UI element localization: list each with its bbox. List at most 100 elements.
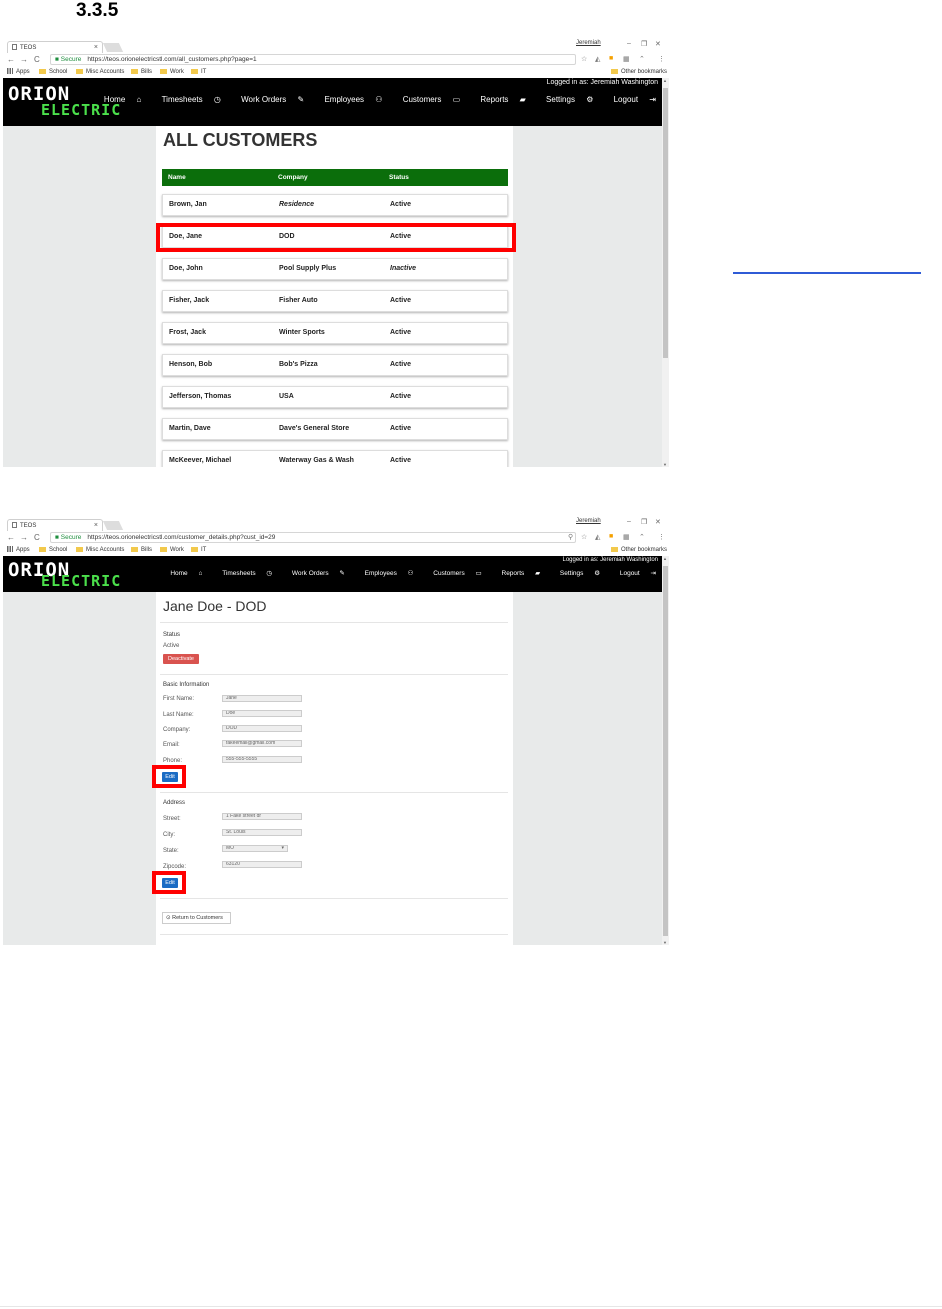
scroll-down-icon[interactable]: ▼ — [663, 462, 667, 467]
nav-work-orders[interactable]: Work Orders ✎ — [283, 570, 345, 577]
nav-logout[interactable]: Logout ⇥ — [611, 570, 656, 577]
menu-icon[interactable]: ⋮ — [658, 533, 665, 541]
browser-tab[interactable]: TEOS × — [7, 41, 103, 53]
scroll-up-icon[interactable]: ▲ — [663, 556, 667, 561]
extension-arrow-icon[interactable]: ⌃ — [639, 533, 645, 541]
bookmark-school[interactable]: School — [39, 67, 67, 78]
apps-icon — [7, 68, 13, 74]
new-tab-button[interactable] — [102, 521, 124, 530]
company-field[interactable]: DOD — [222, 725, 302, 732]
nav-customers[interactable]: Customers ▭ — [424, 570, 481, 577]
table-row[interactable]: Martin, Dave Dave's General Store Active — [162, 418, 508, 440]
bookmark-school[interactable]: School — [39, 545, 67, 556]
column-header-status: Status — [389, 174, 409, 181]
zoom-icon[interactable]: ⚲ — [568, 533, 573, 541]
nav-reports[interactable]: Reports ▰ — [471, 95, 525, 104]
customer-name: McKeever, Michael — [169, 457, 232, 464]
minimize-icon[interactable]: – — [627, 40, 631, 47]
extension-grid-icon[interactable]: ▦ — [623, 55, 630, 63]
nav-employees[interactable]: Employees ⚇ — [356, 570, 414, 577]
scrollbar[interactable]: ▲ ▼ — [662, 556, 669, 945]
scroll-thumb[interactable] — [663, 566, 668, 936]
nav-timesheets[interactable]: Timesheets ◷ — [213, 570, 272, 577]
table-row[interactable]: Frost, Jack Winter Sports Active — [162, 322, 508, 344]
browser-tab[interactable]: TEOS × — [7, 519, 103, 531]
extension-arrow-icon[interactable]: ⌃ — [639, 55, 645, 63]
bookmark-apps[interactable]: Apps — [7, 67, 30, 78]
deactivate-button[interactable]: Deactivate — [163, 654, 199, 664]
nav-logout[interactable]: Logout ⇥ — [605, 95, 656, 104]
star-icon[interactable]: ☆ — [581, 55, 587, 63]
extension-grid-icon[interactable]: ▦ — [623, 533, 630, 541]
bookmark-it[interactable]: IT — [191, 67, 206, 78]
logo-electric[interactable]: ELECTRIC — [41, 574, 121, 589]
url-input[interactable]: ■ Secure https://teos.orionelectricstl.co… — [50, 54, 576, 65]
nav-employees[interactable]: Employees ⚇ — [315, 95, 382, 104]
table-row[interactable]: Henson, Bob Bob's Pizza Active — [162, 354, 508, 376]
reload-icon[interactable]: C — [34, 55, 40, 64]
reload-icon[interactable]: C — [34, 533, 40, 542]
table-row[interactable]: McKeever, Michael Waterway Gas & Wash Ac… — [162, 450, 508, 467]
street-field[interactable]: 1 Fake street dr — [222, 813, 302, 820]
close-window-icon[interactable]: ✕ — [655, 40, 661, 48]
scroll-thumb[interactable] — [663, 88, 668, 358]
scroll-up-icon[interactable]: ▲ — [663, 78, 667, 83]
minimize-icon[interactable]: – — [627, 518, 631, 525]
restore-icon[interactable]: ❐ — [641, 518, 647, 526]
scroll-down-icon[interactable]: ▼ — [663, 940, 667, 945]
forward-icon[interactable]: → — [20, 533, 28, 542]
back-icon[interactable]: ← — [7, 55, 15, 64]
close-window-icon[interactable]: ✕ — [655, 518, 661, 526]
table-row[interactable]: Jefferson, Thomas USA Active — [162, 386, 508, 408]
column-header-name: Name — [168, 174, 186, 181]
phone-field[interactable]: 555-555-5555 — [222, 756, 302, 763]
state-select[interactable]: MO ▾ — [222, 845, 288, 852]
nav-work-orders[interactable]: Work Orders ✎ — [232, 95, 304, 104]
new-tab-button[interactable] — [102, 43, 124, 52]
scrollbar[interactable]: ▲ ▼ — [662, 78, 669, 467]
nav-home[interactable]: Home ⌂ — [161, 570, 202, 577]
menu-icon[interactable]: ⋮ — [658, 55, 665, 63]
extension-orange-icon[interactable]: ■ — [609, 55, 613, 62]
extension-icon[interactable]: ◭ — [595, 55, 600, 63]
city-field[interactable]: St. Louis — [222, 829, 302, 836]
nav-settings[interactable]: Settings ⚙ — [537, 95, 593, 104]
profile-chip[interactable]: Jeremiah — [576, 518, 601, 524]
table-row[interactable]: Brown, Jan Residence Active — [162, 194, 508, 216]
nav-timesheets[interactable]: Timesheets ◷ — [153, 95, 221, 104]
bookmark-other[interactable]: Other bookmarks — [611, 67, 667, 78]
bookmark-misc-accounts[interactable]: Misc Accounts — [76, 67, 124, 78]
nav-customers[interactable]: Customers ▭ — [394, 95, 460, 104]
table-row[interactable]: Fisher, Jack Fisher Auto Active — [162, 290, 508, 312]
extension-orange-icon[interactable]: ■ — [609, 533, 613, 540]
nav-reports[interactable]: Reports ▰ — [493, 570, 541, 577]
first-name-field[interactable]: Jane — [222, 695, 302, 702]
nav-settings[interactable]: Settings ⚙ — [551, 570, 600, 577]
table-row[interactable]: Doe, John Pool Supply Plus Inactive — [162, 258, 508, 280]
star-icon[interactable]: ☆ — [581, 533, 587, 541]
bookmark-bills[interactable]: Bills — [131, 67, 152, 78]
bookmark-work[interactable]: Work — [160, 545, 184, 556]
email-field[interactable]: fakeemail@gmail.com — [222, 740, 302, 747]
return-to-customers-button[interactable]: ⊙ Return to Customers — [162, 912, 231, 924]
back-icon[interactable]: ← — [7, 533, 15, 542]
address-heading: Address — [163, 800, 186, 806]
bookmark-apps[interactable]: Apps — [7, 545, 30, 556]
bookmark-other[interactable]: Other bookmarks — [611, 545, 667, 556]
bookmark-work[interactable]: Work — [160, 67, 184, 78]
url-input[interactable]: ■ Secure https://teos.orionelectricstl.co… — [50, 532, 576, 543]
zip-field[interactable]: 63120 — [222, 861, 302, 868]
extension-icon[interactable]: ◭ — [595, 533, 600, 541]
bookmark-it[interactable]: IT — [191, 545, 206, 556]
forward-icon[interactable]: → — [20, 55, 28, 64]
restore-icon[interactable]: ❐ — [641, 40, 647, 48]
profile-chip[interactable]: Jeremiah — [576, 40, 601, 46]
nav-home[interactable]: Home ⌂ — [95, 95, 141, 104]
logo-electric[interactable]: ELECTRIC — [41, 103, 121, 118]
bookmark-misc-accounts[interactable]: Misc Accounts — [76, 545, 124, 556]
users-icon: ⚇ — [375, 95, 383, 104]
bookmark-bills[interactable]: Bills — [131, 545, 152, 556]
folder-icon — [39, 547, 46, 552]
clock-icon: ◷ — [213, 95, 221, 104]
last-name-field[interactable]: Doe — [222, 710, 302, 717]
